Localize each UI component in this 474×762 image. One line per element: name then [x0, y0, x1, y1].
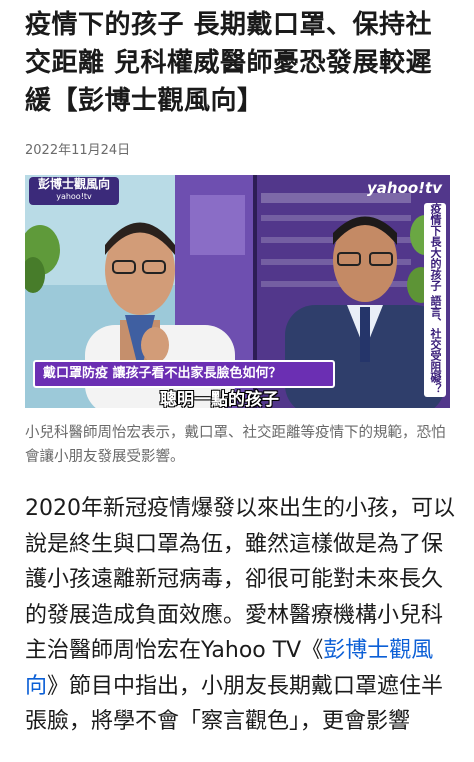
side-banner: 疫情下長大的孩子 語言、社交受阻礙？	[424, 203, 446, 397]
article-photo[interactable]: 彭博士觀風向 yahoo!tv yahoo!tv 疫情下長大的孩子 語言、社交受…	[25, 175, 450, 408]
article-body: 2020年新冠疫情爆發以來出生的小孩，可以說是終生與口罩為伍，雖然這樣做是為了保…	[25, 491, 455, 740]
photo-caption: 小兒科醫師周怡宏表示，戴口罩、社交距離等疫情下的規範，恐怕會讓小朋友發展受影響。	[25, 425, 446, 465]
show-logo: 彭博士觀風向 yahoo!tv	[29, 177, 119, 205]
brand-logo: yahoo!tv	[367, 179, 442, 197]
lower-third-banner: 戴口罩防疫 讓孩子看不出家長臉色如何？	[33, 360, 335, 388]
publish-date: 2022年11月24日	[25, 143, 131, 158]
article-headline: 疫情下的孩子 長期戴口罩、保持社交距離 兒科權威醫師憂恐發展較遲緩【彭博士觀風向…	[25, 10, 433, 116]
body-text-after: 》節目中指出，小朋友長期戴口罩遮住半張臉，將學不會「察言觀色」，更會影響	[25, 673, 444, 735]
video-subtitle: 聰明一點的孩子	[160, 390, 279, 408]
